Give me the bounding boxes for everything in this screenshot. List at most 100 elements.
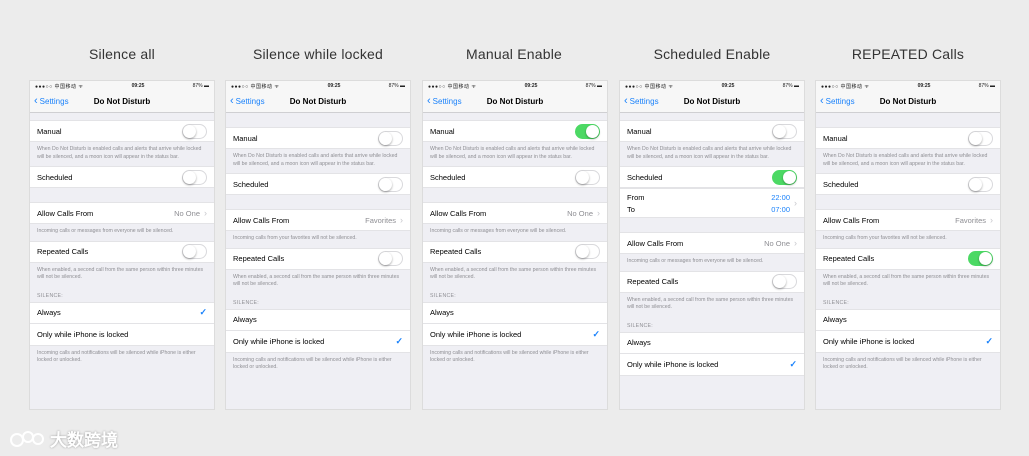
silence-locked-row[interactable]: Only while iPhone is locked ✓	[816, 330, 1000, 353]
manual-label: Manual	[430, 126, 455, 136]
checkmark-icon: ✓	[199, 307, 207, 318]
scheduled-toggle[interactable]	[575, 169, 600, 185]
scheduled-label: Scheduled	[823, 179, 859, 189]
allow-calls-row[interactable]: Allow Calls From No One ›	[30, 202, 214, 225]
scheduled-toggle[interactable]	[772, 169, 797, 185]
repeated-calls-toggle[interactable]	[772, 274, 797, 290]
manual-toggle[interactable]	[182, 123, 207, 139]
allow-calls-row[interactable]: Allow Calls From Favorites ›	[816, 209, 1000, 232]
clock-text: 09:25	[131, 83, 145, 89]
back-button[interactable]: ‹ Settings	[30, 96, 69, 107]
chevron-left-icon: ‹	[624, 95, 628, 107]
repeated-calls-row[interactable]: Repeated Calls	[423, 240, 607, 263]
allow-calls-note: Incoming calls or messages from everyone…	[37, 228, 174, 235]
repeated-calls-note: When enabled, a second call from the sam…	[823, 273, 990, 288]
silence-always-row[interactable]: Always	[816, 308, 1000, 331]
from-time: 22:00	[771, 192, 790, 202]
repeated-calls-toggle[interactable]	[575, 244, 600, 260]
manual-label: Manual	[627, 126, 652, 136]
silence-always-row[interactable]: Always	[423, 301, 607, 324]
clock-text: 09:25	[524, 83, 538, 89]
repeated-calls-label: Repeated Calls	[823, 254, 875, 264]
silence-section-header: SILENCE:	[430, 292, 457, 299]
phone-screen-repeated-calls: ●●●○○ 中国移动 ᯤ 09:25 87% ▬ ‹ Settings Do N…	[815, 80, 1001, 410]
scheduled-row[interactable]: Scheduled	[226, 173, 410, 196]
silence-locked-row[interactable]: Only while iPhone is locked	[30, 323, 214, 346]
scheduled-row[interactable]: Scheduled	[423, 166, 607, 189]
repeated-calls-row[interactable]: Repeated Calls	[226, 247, 410, 270]
scheduled-label: Scheduled	[430, 172, 466, 182]
silence-note: Incoming calls and notifications will be…	[823, 356, 982, 371]
back-button[interactable]: ‹ Settings	[620, 96, 659, 107]
navigation-bar: ‹ Settings Do Not Disturb	[226, 91, 410, 113]
scheduled-row[interactable]: Scheduled	[816, 173, 1000, 196]
allow-calls-row[interactable]: Allow Calls From No One ›	[620, 232, 804, 255]
repeated-calls-label: Repeated Calls	[627, 277, 679, 287]
back-button[interactable]: ‹ Settings	[423, 96, 462, 107]
navigation-bar: ‹ Settings Do Not Disturb	[423, 91, 607, 113]
silence-note: Incoming calls and notifications will be…	[233, 356, 392, 371]
repeated-calls-row[interactable]: Repeated Calls	[816, 247, 1000, 270]
scheduled-toggle[interactable]	[378, 176, 403, 192]
allow-calls-value: No One	[567, 208, 593, 218]
checkmark-icon: ✓	[789, 358, 797, 369]
manual-label: Manual	[233, 133, 258, 143]
scheduled-row[interactable]: Scheduled	[30, 166, 214, 189]
schedule-time-row[interactable]: From To 22:00 07:00 ›	[620, 188, 804, 219]
battery-indicator: 87% ▬	[585, 83, 602, 89]
repeated-calls-note: When enabled, a second call from the sam…	[233, 273, 400, 288]
allow-calls-value: No One	[174, 208, 200, 218]
silence-locked-row[interactable]: Only while iPhone is locked ✓	[226, 330, 410, 353]
status-bar: ●●●○○ 中国移动 ᯤ 09:25 87% ▬	[620, 81, 804, 91]
repeated-calls-toggle[interactable]	[968, 251, 993, 267]
back-button[interactable]: ‹ Settings	[226, 96, 265, 107]
chevron-right-icon: ›	[990, 215, 993, 226]
silence-always-row[interactable]: Always ✓	[30, 301, 214, 324]
silence-locked-label: Only while iPhone is locked	[233, 336, 325, 346]
silence-locked-row[interactable]: Only while iPhone is locked ✓	[423, 323, 607, 346]
manual-row[interactable]: Manual	[620, 120, 804, 142]
silence-locked-label: Only while iPhone is locked	[37, 329, 129, 339]
silence-always-row[interactable]: Always	[226, 308, 410, 331]
chevron-right-icon: ›	[794, 198, 797, 209]
repeated-calls-toggle[interactable]	[182, 244, 207, 260]
scheduled-row[interactable]: Scheduled	[620, 166, 804, 189]
manual-toggle[interactable]	[378, 130, 403, 146]
repeated-calls-toggle[interactable]	[378, 251, 403, 267]
manual-row[interactable]: Manual	[30, 120, 214, 142]
repeated-calls-row[interactable]: Repeated Calls	[620, 270, 804, 293]
scheduled-toggle[interactable]	[968, 176, 993, 192]
silence-always-label: Always	[37, 308, 61, 318]
back-button[interactable]: ‹ Settings	[816, 96, 855, 107]
battery-indicator: 87% ▬	[388, 83, 405, 89]
allow-calls-row[interactable]: Allow Calls From No One ›	[423, 202, 607, 225]
navigation-bar: ‹ Settings Do Not Disturb	[620, 91, 804, 113]
silence-always-label: Always	[233, 315, 257, 325]
allow-calls-value: Favorites	[365, 215, 396, 225]
repeated-calls-row[interactable]: Repeated Calls	[30, 240, 214, 263]
clock-text: 09:25	[327, 83, 341, 89]
silence-always-row[interactable]: Always	[620, 331, 804, 354]
navigation-bar: ‹ Settings Do Not Disturb	[816, 91, 1000, 113]
manual-row[interactable]: Manual	[226, 127, 410, 149]
manual-note: When Do Not Disturb is enabled calls and…	[430, 146, 595, 160]
to-time: 07:00	[771, 204, 790, 214]
manual-toggle[interactable]	[968, 130, 993, 146]
back-label: Settings	[825, 97, 855, 106]
manual-row[interactable]: Manual	[423, 120, 607, 142]
manual-toggle[interactable]	[575, 123, 600, 139]
silence-locked-row[interactable]: Only while iPhone is locked ✓	[620, 353, 804, 376]
checkmark-icon: ✓	[592, 328, 600, 339]
repeated-calls-note: When enabled, a second call from the sam…	[430, 266, 597, 281]
status-bar: ●●●○○ 中国移动 ᯤ 09:25 87% ▬	[423, 81, 607, 91]
manual-toggle[interactable]	[772, 123, 797, 139]
silence-section-header: SILENCE:	[823, 299, 850, 306]
manual-row[interactable]: Manual	[816, 127, 1000, 149]
manual-note: When Do Not Disturb is enabled calls and…	[627, 146, 792, 160]
phone-screen-scheduled-enable: ●●●○○ 中国移动 ᯤ 09:25 87% ▬ ‹ Settings Do N…	[619, 80, 805, 410]
repeated-calls-note: When enabled, a second call from the sam…	[37, 266, 204, 281]
phone-screen-manual-enable: ●●●○○ 中国移动 ᯤ 09:25 87% ▬ ‹ Settings Do N…	[422, 80, 608, 410]
clock-text: 09:25	[917, 83, 931, 89]
scheduled-toggle[interactable]	[182, 169, 207, 185]
allow-calls-row[interactable]: Allow Calls From Favorites ›	[226, 209, 410, 232]
